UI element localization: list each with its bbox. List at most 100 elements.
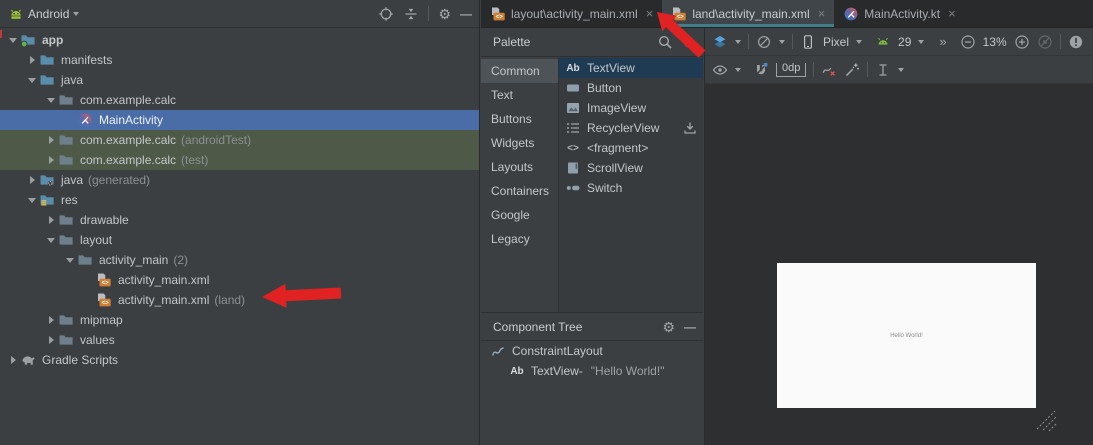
category-legacy[interactable]: Legacy bbox=[481, 227, 558, 251]
expand-arrow-icon[interactable] bbox=[44, 136, 58, 144]
tree-item-mipmap[interactable]: mipmap bbox=[0, 310, 479, 330]
collapse-all-icon[interactable] bbox=[403, 6, 419, 22]
folder-icon bbox=[39, 72, 55, 88]
tree-item-mainactivity[interactable]: MainActivity bbox=[0, 110, 479, 130]
hide-panel-icon[interactable]: — bbox=[684, 320, 695, 334]
component-scrollview[interactable]: ScrollView bbox=[559, 158, 703, 178]
component-recyclerview[interactable]: RecyclerView bbox=[559, 118, 703, 138]
zoom-out-icon[interactable] bbox=[960, 34, 976, 50]
tree-item-manifests[interactable]: manifests bbox=[0, 50, 479, 70]
expand-arrow-icon[interactable] bbox=[6, 38, 20, 43]
autoconnect-magnet-icon[interactable] bbox=[753, 62, 769, 78]
tree-item-package[interactable]: com.example.calc bbox=[0, 90, 479, 110]
tree-item-androidtest[interactable]: com.example.calc (androidTest) bbox=[0, 130, 479, 150]
zoom-to-fit-icon[interactable] bbox=[1037, 34, 1053, 50]
tree-item-drawable[interactable]: drawable bbox=[0, 210, 479, 230]
tree-item-activity-main-group[interactable]: activity_main (2) bbox=[0, 250, 479, 270]
expand-arrow-icon[interactable] bbox=[44, 238, 58, 243]
component-imageview[interactable]: ImageView bbox=[559, 98, 703, 118]
project-tree: app manifests java com.example.calc Main… bbox=[0, 28, 479, 370]
download-icon[interactable] bbox=[682, 120, 698, 136]
tab-land-activity-main[interactable]: <> land\activity_main.xml × bbox=[662, 0, 834, 27]
hide-panel-icon[interactable]: — bbox=[460, 7, 471, 21]
category-google[interactable]: Google bbox=[481, 203, 558, 227]
api-level-label[interactable]: 29 bbox=[898, 35, 911, 49]
category-containers[interactable]: Containers bbox=[481, 179, 558, 203]
errors-panel-icon[interactable] bbox=[1068, 34, 1084, 50]
tree-item-gradle-scripts[interactable]: Gradle Scripts bbox=[0, 350, 479, 370]
expand-arrow-icon[interactable] bbox=[25, 198, 39, 203]
expand-arrow-icon[interactable] bbox=[25, 176, 39, 184]
tab-mainactivity-kt[interactable]: MainActivity.kt × bbox=[834, 0, 964, 27]
close-icon[interactable]: × bbox=[818, 7, 826, 20]
infer-constraints-wand-icon[interactable] bbox=[844, 62, 860, 78]
close-icon[interactable]: × bbox=[948, 7, 956, 20]
gear-icon[interactable]: ⚙ bbox=[438, 7, 451, 21]
project-tool-window: Android ⚙ — app manifests bbox=[0, 0, 480, 445]
component-switch[interactable]: Switch bbox=[559, 178, 703, 198]
expand-arrow-icon[interactable] bbox=[6, 356, 20, 364]
tree-item-activity-main-xml[interactable]: <> activity_main.xml bbox=[0, 270, 479, 290]
chevron-down-icon[interactable] bbox=[856, 40, 862, 44]
tree-item-java-generated[interactable]: java (generated) bbox=[0, 170, 479, 190]
svg-text:<>: <> bbox=[102, 301, 110, 307]
component-tree-item-textview[interactable]: Ab TextView- "Hello World!" bbox=[481, 361, 703, 381]
category-layouts[interactable]: Layouts bbox=[481, 155, 558, 179]
hello-world-text: Hello World! bbox=[890, 333, 923, 339]
tab-layout-activity-main[interactable]: <> layout\activity_main.xml × bbox=[481, 0, 662, 27]
pack-align-icon[interactable] bbox=[875, 62, 891, 78]
gear-icon[interactable]: ⚙ bbox=[682, 35, 695, 49]
android-api-icon[interactable] bbox=[875, 34, 891, 50]
component-tree-item-constraintlayout[interactable]: ConstraintLayout bbox=[481, 341, 703, 361]
palette-categories: Common Text Buttons Widgets Layouts Cont… bbox=[481, 57, 559, 312]
category-text[interactable]: Text bbox=[481, 83, 558, 107]
chevron-down-icon[interactable] bbox=[735, 68, 741, 72]
tree-item-res[interactable]: res bbox=[0, 190, 479, 210]
chevron-down-icon[interactable] bbox=[898, 68, 904, 72]
tree-item-layout[interactable]: layout bbox=[0, 230, 479, 250]
category-buttons[interactable]: Buttons bbox=[481, 107, 558, 131]
design-canvas[interactable]: Hello World! bbox=[705, 84, 1093, 445]
overflow-chevrons-icon[interactable]: » bbox=[939, 34, 946, 49]
tree-item-test[interactable]: com.example.calc (test) bbox=[0, 150, 479, 170]
category-common[interactable]: Common bbox=[481, 59, 558, 83]
component-textview[interactable]: Ab TextView bbox=[559, 58, 703, 78]
expand-arrow-icon[interactable] bbox=[25, 78, 39, 83]
tree-item-activity-main-xml-land[interactable]: <> activity_main.xml (land) bbox=[0, 290, 479, 310]
tab-label: MainActivity.kt bbox=[864, 7, 940, 21]
project-view-selector-label[interactable]: Android bbox=[28, 7, 69, 21]
zoom-in-icon[interactable] bbox=[1014, 34, 1030, 50]
default-margins-control[interactable]: 0dp bbox=[776, 63, 806, 77]
clear-constraints-icon[interactable] bbox=[821, 62, 837, 78]
chevron-down-icon[interactable] bbox=[735, 40, 741, 44]
tree-item-values[interactable]: values bbox=[0, 330, 479, 350]
design-surface-icon[interactable] bbox=[712, 34, 728, 50]
chevron-down-icon[interactable] bbox=[73, 12, 79, 16]
expand-arrow-icon[interactable] bbox=[44, 336, 58, 344]
category-widgets[interactable]: Widgets bbox=[481, 131, 558, 155]
chevron-down-icon[interactable] bbox=[779, 40, 785, 44]
gear-icon[interactable]: ⚙ bbox=[662, 320, 675, 334]
resize-handle[interactable] bbox=[1035, 409, 1059, 436]
expand-arrow-icon[interactable] bbox=[44, 156, 58, 164]
palette-components: Ab TextView Button ImageView RecyclerVie… bbox=[559, 57, 703, 312]
expand-arrow-icon[interactable] bbox=[63, 258, 77, 263]
component-fragment[interactable]: <> <fragment> bbox=[559, 138, 703, 158]
device-preview-landscape[interactable]: Hello World! bbox=[777, 263, 1036, 408]
chevron-down-icon[interactable] bbox=[918, 40, 924, 44]
search-icon[interactable] bbox=[657, 34, 673, 50]
expand-arrow-icon[interactable] bbox=[44, 316, 58, 324]
expand-arrow-icon[interactable] bbox=[44, 98, 58, 103]
locate-file-icon[interactable] bbox=[378, 6, 394, 22]
component-button[interactable]: Button bbox=[559, 78, 703, 98]
device-phone-icon[interactable] bbox=[800, 34, 816, 50]
orientation-icon[interactable] bbox=[756, 34, 772, 50]
close-icon[interactable]: × bbox=[646, 7, 654, 20]
project-panel-header: Android ⚙ — bbox=[0, 0, 479, 28]
tree-item-java[interactable]: java bbox=[0, 70, 479, 90]
expand-arrow-icon[interactable] bbox=[44, 216, 58, 224]
device-selector-label[interactable]: Pixel bbox=[823, 35, 849, 49]
expand-arrow-icon[interactable] bbox=[25, 56, 39, 64]
tree-item-app[interactable]: app bbox=[0, 30, 479, 50]
view-options-eye-icon[interactable] bbox=[712, 62, 728, 78]
